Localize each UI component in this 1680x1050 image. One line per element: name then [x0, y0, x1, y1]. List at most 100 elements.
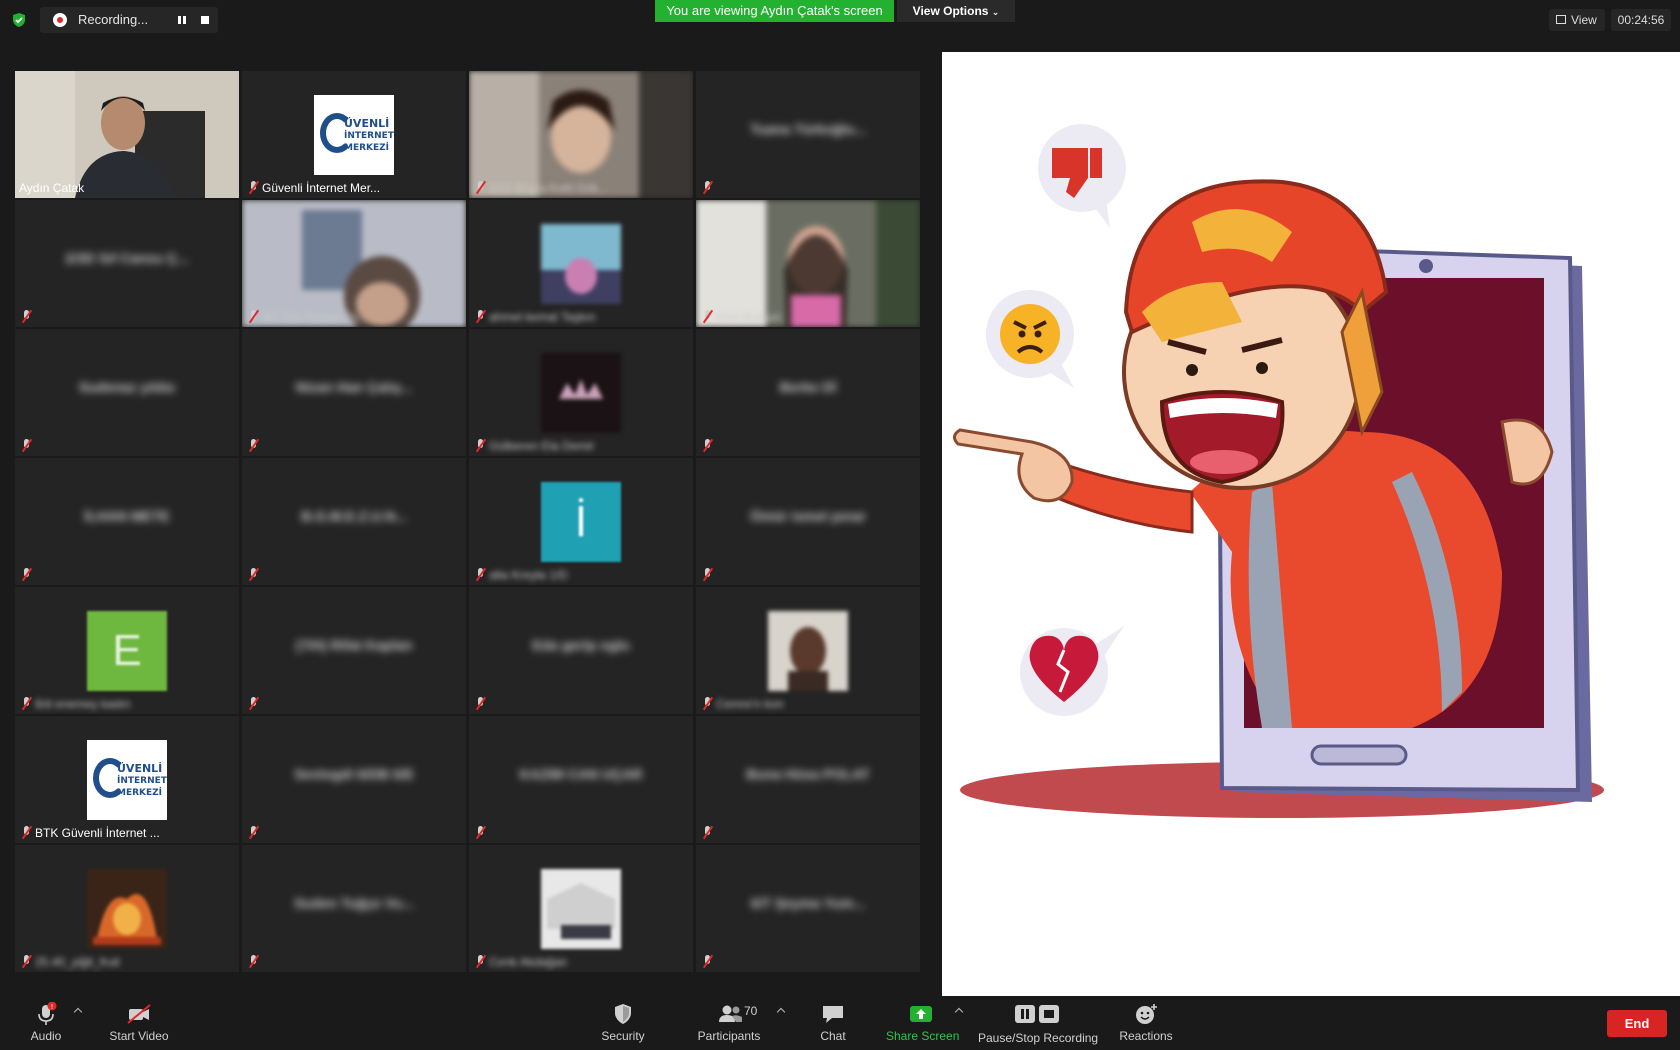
- participant-photo: [541, 353, 621, 433]
- pause-recording-icon[interactable]: [174, 12, 190, 28]
- participant-name: 2/11 Büşra Kotil Gök...: [489, 181, 609, 195]
- video-off-icon: [127, 1004, 151, 1024]
- end-meeting-button[interactable]: End: [1607, 1010, 1667, 1037]
- participant-avatar: İ: [541, 482, 621, 562]
- viewing-screen-banner: You are viewing Aydın Çatak's screen: [655, 0, 894, 22]
- video-tile[interactable]: Nisa Bulgun: [696, 200, 920, 327]
- mic-muted-icon: [248, 181, 260, 193]
- participant-name-center: Sudenaz yıldız: [78, 379, 176, 395]
- participant-video: [242, 200, 466, 327]
- share-screen-icon: [910, 1006, 932, 1022]
- video-tile[interactable]: Cemre'n kon: [696, 587, 920, 714]
- audio-label: Audio: [30, 1029, 62, 1043]
- video-tile[interactable]: B.G.M.E.Z.U.N...: [242, 458, 466, 585]
- stop-recording-icon[interactable]: [197, 12, 213, 28]
- video-tile[interactable]: Tuana Türkoğlu...: [696, 71, 920, 198]
- participant-name: 6/d enemey kadın: [35, 697, 131, 711]
- mic-muted-icon: [702, 826, 714, 838]
- participants-caret-icon[interactable]: [777, 1006, 785, 1014]
- audio-options-caret-icon[interactable]: [74, 1006, 82, 1014]
- pause-stop-recording-label: Pause/Stop Recording: [978, 1031, 1099, 1045]
- chevron-down-icon: ⌄: [991, 7, 1000, 17]
- participant-name-center: Suden Tuğçe Vu...: [294, 895, 414, 911]
- video-tile[interactable]: E 6/d enemey kadın: [15, 587, 239, 714]
- shield-icon: [615, 1004, 631, 1024]
- video-tile[interactable]: KAZIM CAN UÇAR: [469, 716, 693, 843]
- participants-label: Participants: [697, 1029, 761, 1043]
- encryption-shield-icon[interactable]: [11, 12, 27, 28]
- pause-stop-recording-button[interactable]: Pause/Stop Recording: [978, 996, 1099, 1050]
- video-tile[interactable]: Cenk Akdağan: [469, 845, 693, 972]
- video-tile[interactable]: Ömür ismet pınar: [696, 458, 920, 585]
- video-tile[interactable]: 25.40_yiğit_fruit: [15, 845, 239, 972]
- recording-indicator: Recording...: [40, 7, 218, 33]
- video-tile[interactable]: İ alta Kreyla 1/D: [469, 458, 693, 585]
- video-tile[interactable]: 4/C Ela Yerşen Ya...: [242, 200, 466, 327]
- mic-muted-icon: [21, 439, 33, 451]
- mic-muted-icon: [21, 826, 33, 838]
- microphone-icon: !: [38, 1002, 57, 1025]
- grid-view-icon: [1556, 15, 1566, 24]
- guvenli-internet-logo: ÜVENLİ İNTERNET MERKEZİ: [87, 740, 167, 820]
- shared-screen: [942, 52, 1680, 996]
- video-tile[interactable]: 2/3D Sıf Cansu Ç...: [15, 200, 239, 327]
- mic-muted-icon: [475, 310, 487, 322]
- audio-button[interactable]: ! Audio: [24, 996, 68, 1050]
- participant-name-center: KAZIM CAN UÇAR: [519, 766, 643, 782]
- video-tile[interactable]: Sevtogdi 6/DB 6/E: [242, 716, 466, 843]
- video-tile[interactable]: Aydın Çatak: [15, 71, 239, 198]
- video-tile[interactable]: Nizan Han Çalış...: [242, 329, 466, 456]
- view-button[interactable]: View: [1549, 9, 1605, 31]
- chat-label: Chat: [820, 1029, 846, 1043]
- chat-button[interactable]: Chat: [816, 996, 850, 1050]
- video-tile[interactable]: Suden Tuğçe Vu...: [242, 845, 466, 972]
- participant-photo: [541, 224, 621, 304]
- participant-name-center: Sevtogdi 6/DB 6/E: [294, 766, 414, 782]
- video-tile[interactable]: ÜVENLİ İNTERNET MERKEZİ BTK Güvenli İnte…: [15, 716, 239, 843]
- video-tile[interactable]: ahmet kemal Taşkın: [469, 200, 693, 327]
- top-bar: Recording... You are viewing Aydın Çatak…: [0, 0, 1680, 48]
- video-tile[interactable]: Gülberen Ela Demir: [469, 329, 693, 456]
- mic-muted-icon: [248, 697, 260, 709]
- participant-name-center: 2/3D Sıf Cansu Ç...: [65, 250, 189, 266]
- share-screen-label: Share Screen: [886, 1029, 960, 1043]
- video-tile[interactable]: İLHAN METE: [15, 458, 239, 585]
- video-tile[interactable]: Eda gerip oglu: [469, 587, 693, 714]
- participant-name: 25.40_yiğit_fruit: [35, 955, 120, 969]
- video-tile[interactable]: Berke Dİ: [696, 329, 920, 456]
- mic-muted-icon: [475, 826, 487, 838]
- reactions-button[interactable]: Reactions: [1116, 996, 1176, 1050]
- mic-muted-icon: [21, 955, 33, 967]
- chat-icon: [823, 1006, 843, 1023]
- participant-name: Güvenli İnternet Mer...: [262, 181, 381, 195]
- start-video-label: Start Video: [109, 1029, 169, 1043]
- recording-dot-icon: [53, 13, 67, 27]
- video-tile[interactable]: 6/T Şeyma Yum...: [696, 845, 920, 972]
- start-video-button[interactable]: Start Video: [104, 996, 174, 1050]
- view-label: View: [1571, 13, 1597, 27]
- mic-muted-icon: [248, 826, 260, 838]
- participant-video: [15, 71, 239, 198]
- mic-muted-icon: [475, 568, 487, 580]
- cyberbully-illustration: [953, 124, 1604, 818]
- participant-avatar: E: [87, 611, 167, 691]
- participant-name-center: Buna Hüsa POLAT: [746, 766, 870, 782]
- participant-video: [696, 200, 920, 327]
- pause-stop-recording-icon: [1015, 1005, 1059, 1023]
- mic-muted-icon: [21, 568, 33, 580]
- video-tile[interactable]: (7/H) Rifat Kaplan: [242, 587, 466, 714]
- video-tile[interactable]: Buna Hüsa POLAT: [696, 716, 920, 843]
- svg-text:!: !: [51, 1003, 54, 1011]
- mic-muted-icon: [702, 568, 714, 580]
- security-button[interactable]: Security: [598, 996, 648, 1050]
- video-tile[interactable]: Sudenaz yıldız: [15, 329, 239, 456]
- view-options-button[interactable]: View Options ⌄: [897, 0, 1015, 22]
- mic-muted-icon: [475, 697, 487, 709]
- video-tile[interactable]: 2/11 Büşra Kotil Gök...: [469, 71, 693, 198]
- mic-muted-icon: [248, 955, 260, 967]
- share-screen-caret-icon[interactable]: [955, 1006, 963, 1014]
- share-screen-button[interactable]: Share Screen: [886, 996, 960, 1050]
- mic-muted-icon: [21, 697, 33, 709]
- participant-name: Cemre'n kon: [716, 697, 784, 711]
- video-tile[interactable]: ÜVENLİ İNTERNET MERKEZİ Güvenli İnternet…: [242, 71, 466, 198]
